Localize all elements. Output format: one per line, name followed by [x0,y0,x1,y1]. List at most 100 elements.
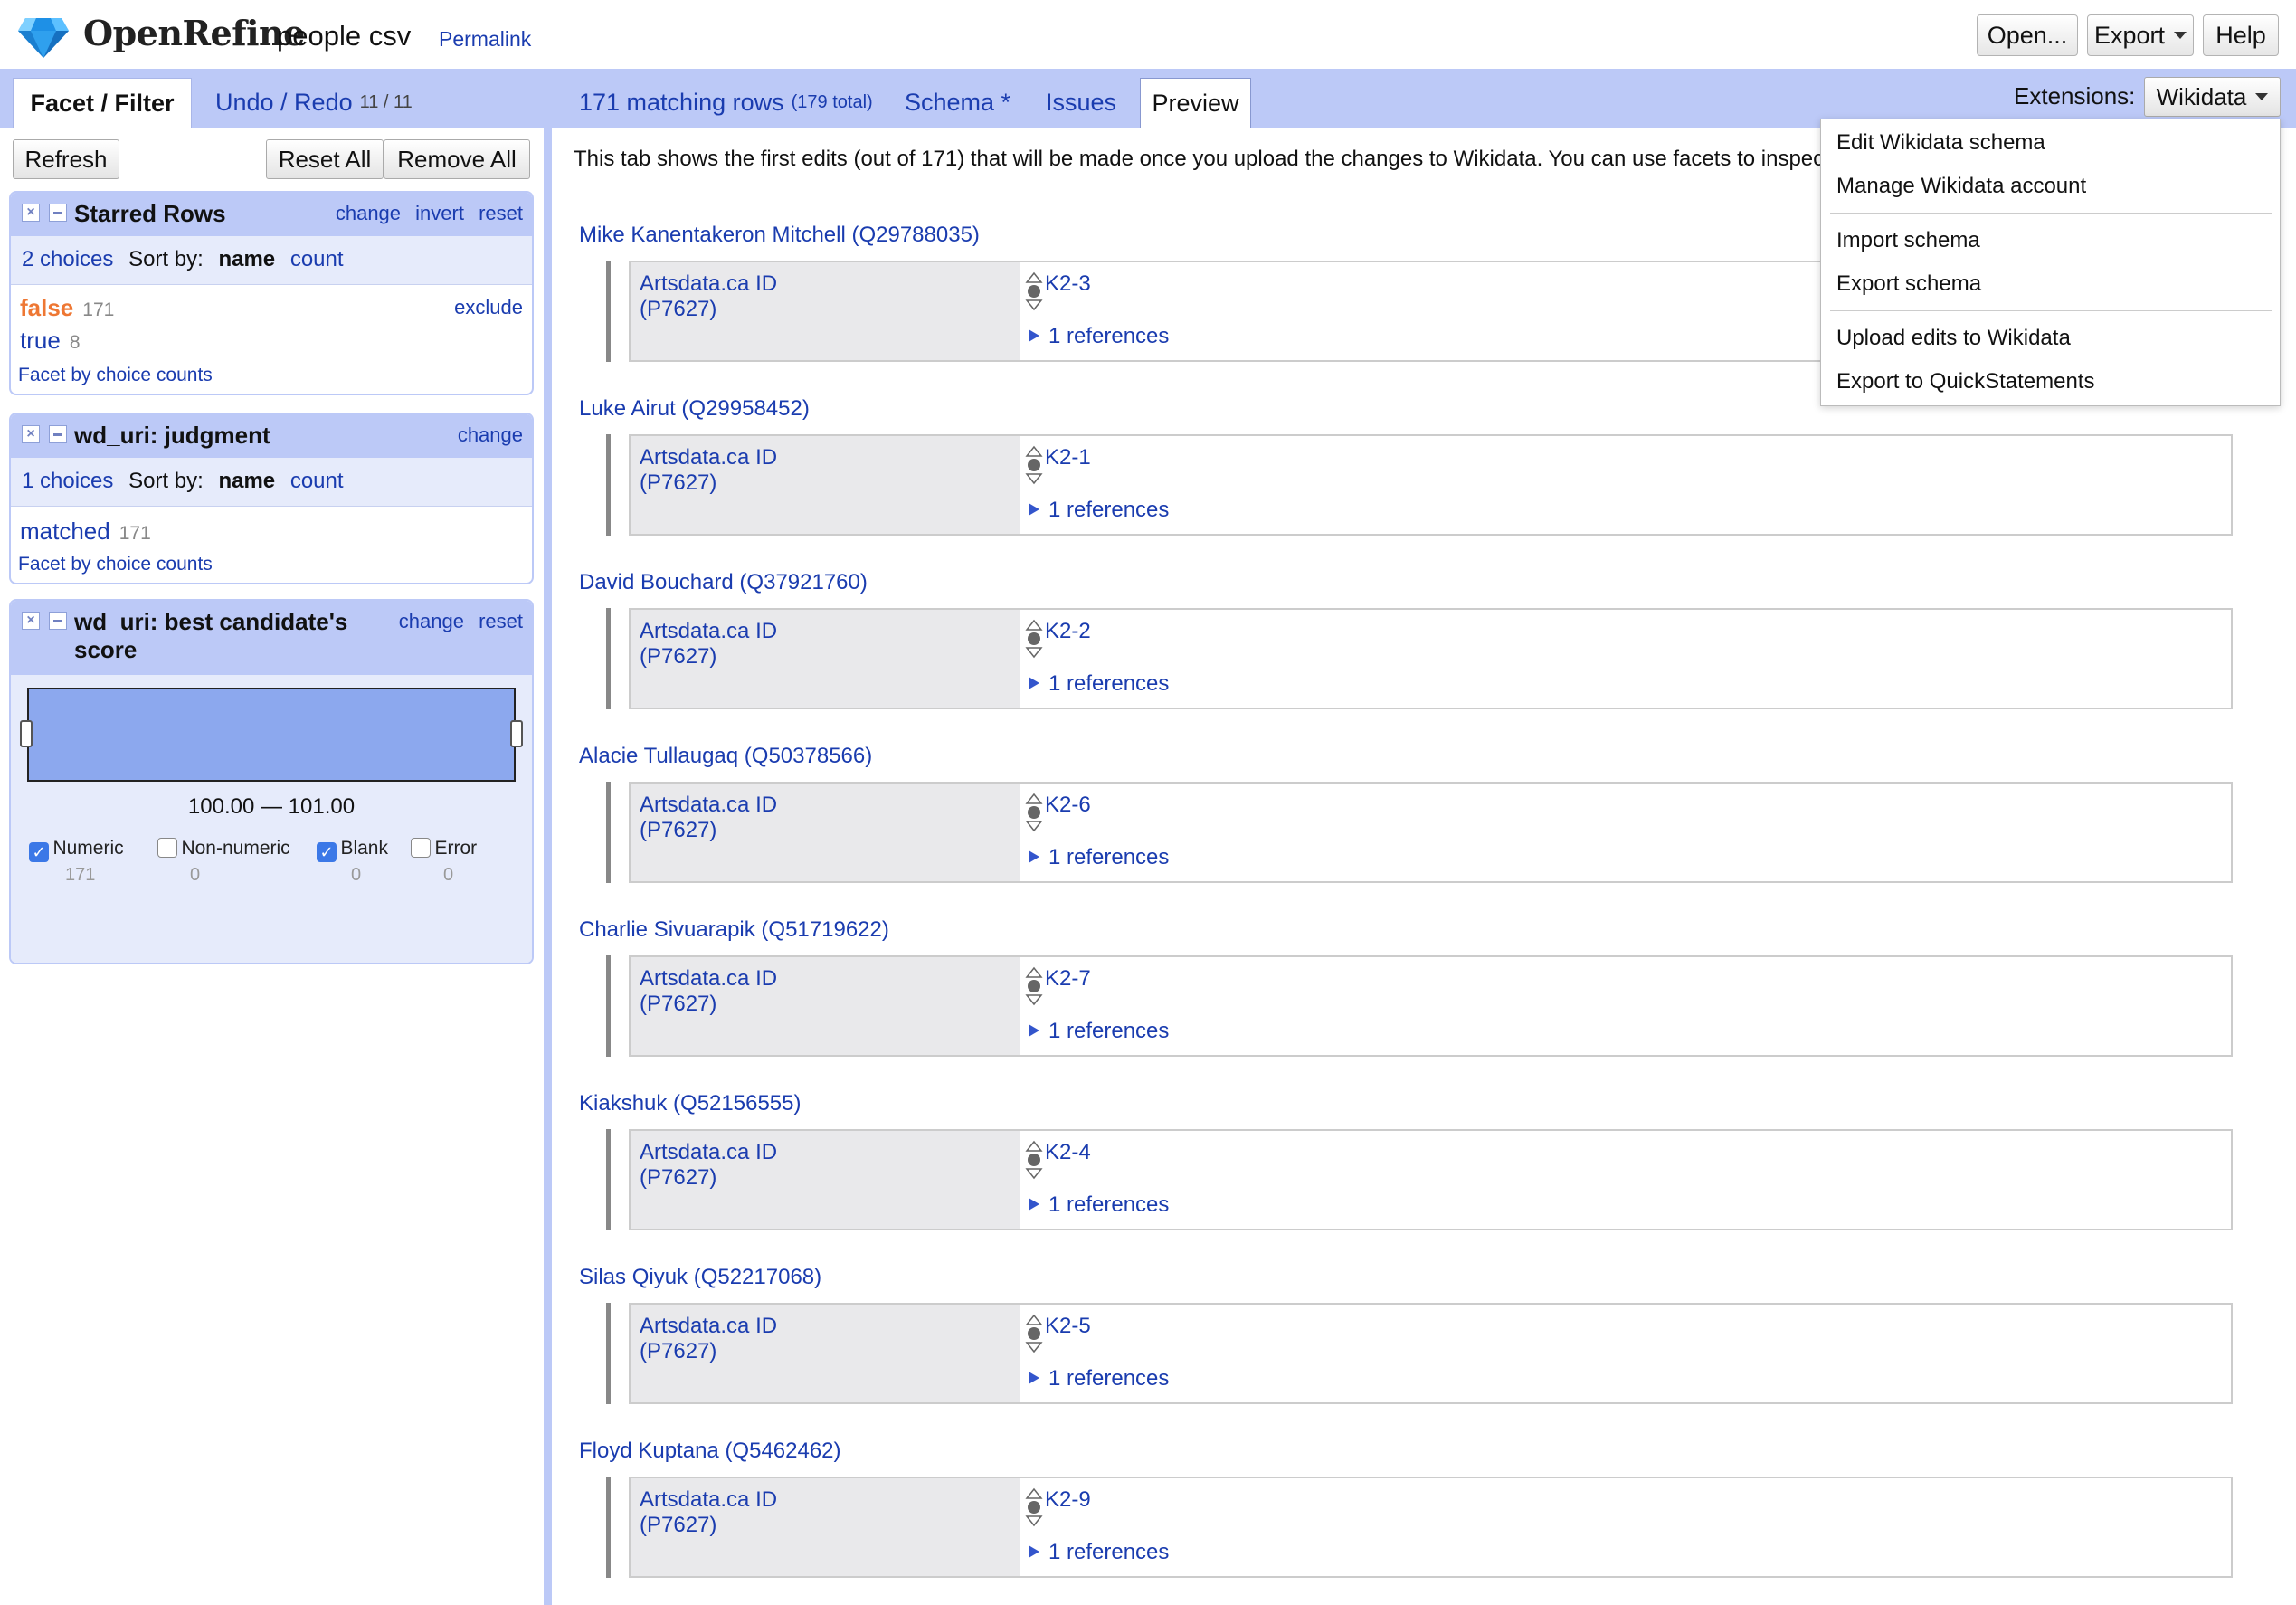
choice-label[interactable]: matched [20,518,110,545]
numeric-check[interactable]: ✓ Numeric 171 [29,838,124,885]
references-toggle[interactable]: 1 references [1029,1192,1169,1218]
statement-value-link[interactable]: K2-7 [1045,966,1091,992]
property-label-link[interactable]: Artsdata.ca ID [640,445,1010,470]
statement-value-link[interactable]: K2-6 [1045,793,1091,818]
facet-invert-link[interactable]: invert [415,202,464,224]
permalink-link[interactable]: Permalink [439,27,531,52]
minimize-facet-icon[interactable] [49,425,67,443]
menu-upload-edits[interactable]: Upload edits to Wikidata [1836,326,2071,351]
tab-issues[interactable]: Issues [1046,78,1116,128]
range-right-handle[interactable] [510,720,523,747]
help-button[interactable]: Help [2203,14,2279,56]
facet-reset-link[interactable]: reset [479,202,523,224]
checkbox-checked-icon[interactable]: ✓ [317,842,337,862]
non-numeric-check[interactable]: Non-numeric 0 [157,838,290,885]
references-toggle[interactable]: 1 references [1029,845,1169,870]
item-title-link[interactable]: Kiakshuk (Q52156555) [579,1091,801,1116]
item-title-link[interactable]: Luke Airut (Q29958452) [579,396,810,422]
item-title-link[interactable]: Floyd Kuptana (Q5462462) [579,1439,841,1464]
item-title-link[interactable]: Charlie Sivuarapik (Q51719622) [579,917,889,943]
remove-all-button[interactable]: Remove All [384,139,530,179]
facet-choice-false[interactable]: false 171 [20,294,114,322]
rank-icon[interactable] [1025,1487,1043,1527]
property-id-link[interactable]: (P7627) [640,992,1010,1017]
rank-icon[interactable] [1025,619,1043,659]
reset-all-button[interactable]: Reset All [266,139,384,179]
blank-check[interactable]: ✓ Blank 0 [317,838,388,885]
project-name[interactable]: people csv [277,20,411,52]
menu-export-quickstatements[interactable]: Export to QuickStatements [1836,369,2094,394]
references-toggle[interactable]: 1 references [1029,671,1169,697]
menu-export-schema[interactable]: Export schema [1836,271,1981,297]
property-label-link[interactable]: Artsdata.ca ID [640,966,1010,992]
references-toggle[interactable]: 1 references [1029,324,1169,349]
property-id-link[interactable]: (P7627) [640,644,1010,670]
property-id-link[interactable]: (P7627) [640,1165,1010,1191]
minimize-facet-icon[interactable] [49,612,67,630]
statement-value-link[interactable]: K2-3 [1045,271,1091,297]
property-label-link[interactable]: Artsdata.ca ID [640,1487,1010,1513]
facet-change-link[interactable]: change [336,202,401,224]
rank-icon[interactable] [1025,1140,1043,1180]
item-title-link[interactable]: Mike Kanentakeron Mitchell (Q29788035) [579,223,980,248]
rank-icon[interactable] [1025,793,1043,832]
choices-count-link[interactable]: 2 choices [22,247,113,271]
close-facet-icon[interactable]: × [22,204,40,222]
menu-import-schema[interactable]: Import schema [1836,228,1980,253]
rank-icon[interactable] [1025,445,1043,485]
property-label-link[interactable]: Artsdata.ca ID [640,619,1010,644]
tab-matching-rows[interactable]: 171 matching rows (179 total) [579,78,873,128]
facet-by-choice-counts-link[interactable]: Facet by choice counts [18,365,213,386]
references-toggle[interactable]: 1 references [1029,1366,1169,1391]
checkbox-empty-icon[interactable] [157,838,177,858]
choices-count-link[interactable]: 1 choices [22,469,113,493]
checkbox-empty-icon[interactable] [411,838,431,858]
property-id-link[interactable]: (P7627) [640,818,1010,843]
choice-label[interactable]: false [20,294,73,321]
item-title-link[interactable]: Alacie Tullaugaq (Q50378566) [579,744,872,769]
close-facet-icon[interactable]: × [22,612,40,630]
range-histogram[interactable] [27,688,516,782]
app-name[interactable]: OpenRefine [83,13,305,53]
statement-value-link[interactable]: K2-5 [1045,1314,1091,1339]
exclude-link[interactable]: exclude [454,296,523,319]
range-left-handle[interactable] [20,720,33,747]
statement-value-link[interactable]: K2-9 [1045,1487,1091,1513]
tab-undo-redo[interactable]: Undo / Redo 11 / 11 [215,78,413,128]
statement-value-link[interactable]: K2-1 [1045,445,1091,470]
wikidata-extension-button[interactable]: Wikidata [2144,77,2281,117]
tab-preview[interactable]: Preview [1140,78,1251,128]
refresh-button[interactable]: Refresh [13,139,119,179]
sort-name[interactable]: name [218,469,275,493]
sort-count-link[interactable]: count [290,469,344,493]
facet-by-choice-counts-link[interactable]: Facet by choice counts [18,554,213,575]
facet-reset-link[interactable]: reset [479,610,523,632]
property-label-link[interactable]: Artsdata.ca ID [640,793,1010,818]
property-id-link[interactable]: (P7627) [640,1513,1010,1538]
facet-change-link[interactable]: change [458,423,523,446]
references-toggle[interactable]: 1 references [1029,498,1169,523]
property-id-link[interactable]: (P7627) [640,470,1010,496]
tab-schema[interactable]: Schema * [905,78,1010,128]
property-label-link[interactable]: Artsdata.ca ID [640,271,1010,297]
minimize-facet-icon[interactable] [49,204,67,222]
property-id-link[interactable]: (P7627) [640,1339,1010,1364]
statement-value-link[interactable]: K2-2 [1045,619,1091,644]
rank-icon[interactable] [1025,966,1043,1006]
references-toggle[interactable]: 1 references [1029,1019,1169,1044]
property-label-link[interactable]: Artsdata.ca ID [640,1140,1010,1165]
item-title-link[interactable]: David Bouchard (Q37921760) [579,570,868,595]
facet-choice-matched[interactable]: matched 171 [20,518,151,546]
item-title-link[interactable]: Silas Qiyuk (Q52217068) [579,1265,821,1290]
statement-value-link[interactable]: K2-4 [1045,1140,1091,1165]
tab-facet-filter[interactable]: Facet / Filter [13,78,192,128]
openrefine-diamond-logo-icon[interactable] [18,16,69,60]
checkbox-checked-icon[interactable]: ✓ [29,842,49,862]
facet-choice-true[interactable]: true 8 [20,327,81,355]
close-facet-icon[interactable]: × [22,425,40,443]
open-button[interactable]: Open... [1977,14,2078,56]
choice-label[interactable]: true [20,327,61,354]
facet-change-link[interactable]: change [399,610,464,632]
rank-icon[interactable] [1025,271,1043,311]
menu-edit-wikidata-schema[interactable]: Edit Wikidata schema [1836,130,2045,156]
